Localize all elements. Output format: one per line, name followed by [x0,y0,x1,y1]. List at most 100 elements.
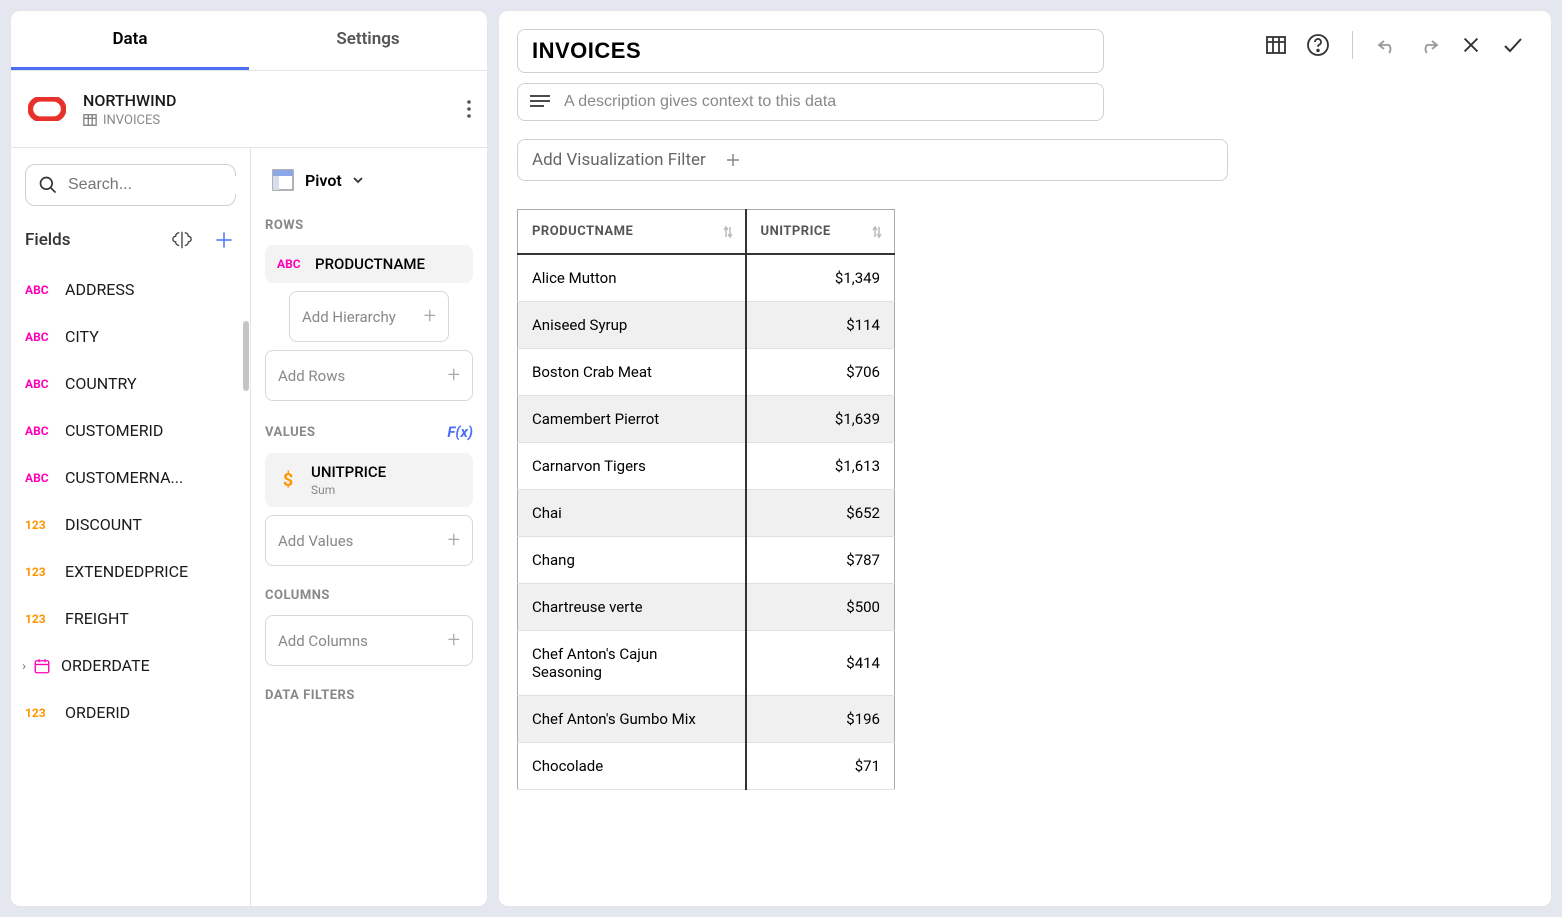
field-item-country[interactable]: ABC COUNTRY [11,360,250,407]
field-item-orderdate[interactable]: › ORDERDATE [11,642,250,689]
field-item-city[interactable]: ABC CITY [11,313,250,360]
abc-type-icon: ABC [25,377,53,391]
add-columns-label: Add Columns [278,632,368,650]
chevron-right-icon[interactable]: › [17,659,31,673]
close-icon[interactable] [1457,31,1485,59]
description-input[interactable] [517,83,1104,121]
abc-type-icon: ABC [25,471,53,485]
table-row[interactable]: Boston Crab Meat$706 [518,349,895,396]
toolbar-separator [1352,31,1353,59]
table-row[interactable]: Chocolade$71 [518,743,895,790]
cell-value: $1,349 [746,254,895,302]
column-header-unitprice[interactable]: UNITPRICE [746,210,895,255]
fields-label: Fields [25,230,160,250]
table-row[interactable]: Aniseed Syrup$114 [518,302,895,349]
columns-section-label: COLUMNS [265,588,473,603]
config-pane: Pivot ROWS ABC PRODUCTNAME Add Hierarchy… [251,148,487,906]
sidebar: Data Settings NORTHWIND INVOICES [10,10,488,907]
cell-value: $1,613 [746,443,895,490]
cell-name: Carnarvon Tigers [518,443,746,490]
table-icon [83,113,97,127]
datasource-header: NORTHWIND INVOICES [11,71,487,148]
viz-type-selector[interactable]: Pivot [265,164,473,196]
fields-list[interactable]: ABCADDRESSABCCITYABCCOUNTRYABCCUSTOMERID… [11,266,250,906]
add-hierarchy-label: Add Hierarchy [302,308,396,326]
plus-icon: + [448,628,460,653]
table-row[interactable]: Chef Anton's Gumbo Mix$196 [518,696,895,743]
cell-value: $787 [746,537,895,584]
field-name: CUSTOMERID [65,421,163,440]
pivot-table-wrap: PRODUCTNAME UNITPRICE [517,209,1228,906]
pivot-table[interactable]: PRODUCTNAME UNITPRICE [517,209,895,790]
help-icon[interactable] [1304,31,1332,59]
viz-title-input[interactable] [517,29,1104,73]
search-text-input[interactable] [68,176,251,194]
cell-value: $1,639 [746,396,895,443]
add-viz-filter-button[interactable]: Add Visualization Filter [517,139,1228,181]
column-header-productname[interactable]: PRODUCTNAME [518,210,746,255]
field-name: CUSTOMERNA... [65,468,183,487]
add-columns-dropzone[interactable]: Add Columns + [265,615,473,666]
field-name: FREIGHT [65,609,129,628]
abc-type-icon: ABC [25,330,53,344]
add-field-icon[interactable] [212,228,236,252]
field-name: CITY [65,327,99,346]
add-values-dropzone[interactable]: Add Values + [265,515,473,566]
cell-value: $71 [746,743,895,790]
table-row[interactable]: Alice Mutton$1,349 [518,254,895,302]
brain-icon[interactable] [170,228,194,252]
datasource-table: INVOICES [103,113,160,128]
pivot-icon [271,168,295,192]
grid-icon[interactable] [1262,31,1290,59]
cell-value: $414 [746,631,895,696]
abc-type-icon: ABC [277,257,305,271]
table-row[interactable]: Chef Anton's Cajun Seasoning$414 [518,631,895,696]
sidebar-tabs: Data Settings [11,11,487,71]
plus-icon [724,151,742,169]
tab-data[interactable]: Data [11,11,249,70]
field-item-discount[interactable]: 123DISCOUNT [11,501,250,548]
cell-name: Chartreuse verte [518,584,746,631]
sort-icon[interactable] [870,225,884,239]
cell-value: $500 [746,584,895,631]
description-text[interactable] [564,93,1091,111]
cell-name: Camembert Pierrot [518,396,746,443]
table-row[interactable]: Chang$787 [518,537,895,584]
table-row[interactable]: Chartreuse verte$500 [518,584,895,631]
add-hierarchy-dropzone[interactable]: Add Hierarchy + [289,291,449,342]
field-name: DISCOUNT [65,515,142,534]
search-icon [38,175,58,195]
field-item-orderid[interactable]: 123ORDERID [11,689,250,736]
tab-settings[interactable]: Settings [249,11,487,70]
scrollbar[interactable] [243,321,249,391]
field-name: ORDERDATE [61,656,150,675]
search-input[interactable] [25,164,236,206]
table-row[interactable]: Carnarvon Tigers$1,613 [518,443,895,490]
datasource-name: NORTHWIND [83,91,176,110]
fx-button[interactable]: F(x) [447,423,473,441]
cell-value: $706 [746,349,895,396]
add-rows-dropzone[interactable]: Add Rows + [265,350,473,401]
undo-icon[interactable] [1373,31,1401,59]
field-item-address[interactable]: ABCADDRESS [11,266,250,313]
confirm-icon[interactable] [1499,31,1527,59]
field-item-freight[interactable]: 123FREIGHT [11,595,250,642]
values-chip-name: UNITPRICE [311,463,386,481]
field-item-customerid[interactable]: ABCCUSTOMERID [11,407,250,454]
chevron-down-icon [352,174,364,186]
currency-icon: $ [277,470,299,491]
table-row[interactable]: Camembert Pierrot$1,639 [518,396,895,443]
field-name: COUNTRY [65,374,137,393]
rows-chip-productname[interactable]: ABC PRODUCTNAME [265,245,473,283]
datasource-actions-icon[interactable] [467,100,471,118]
field-item-extendedprice[interactable]: 123EXTENDEDPRICE [11,548,250,595]
table-row[interactable]: Chai$652 [518,490,895,537]
sort-icon[interactable] [721,225,735,239]
field-item-customerna-[interactable]: ABC CUSTOMERNA... [11,454,250,501]
values-chip-unitprice[interactable]: $ UNITPRICE Sum [265,453,473,507]
redo-icon[interactable] [1415,31,1443,59]
field-name: ORDERID [65,703,130,722]
main-panel: Add Visualization Filter PRODUCTNAME [498,10,1552,907]
cell-value: $652 [746,490,895,537]
filters-section-label: DATA FILTERS [265,688,473,703]
